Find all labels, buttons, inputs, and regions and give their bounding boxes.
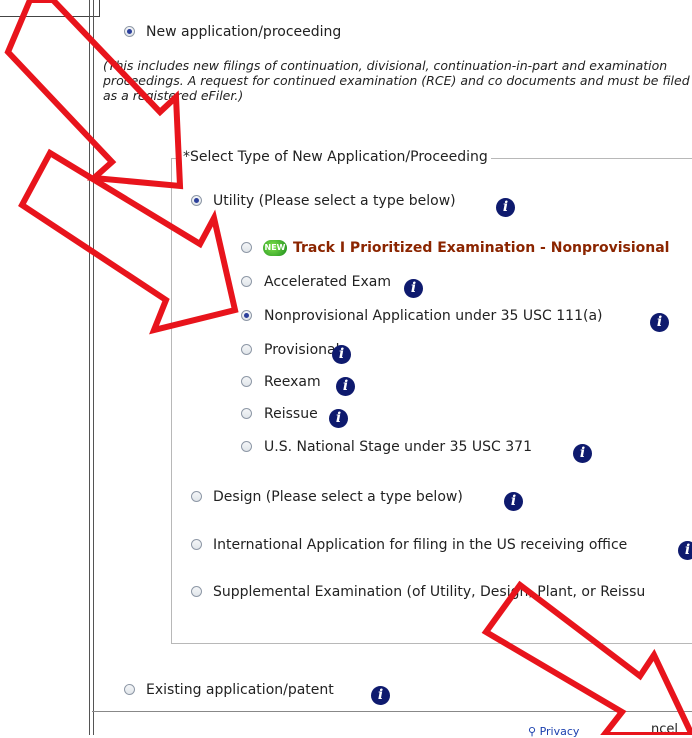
- red-arrow-annotation-bottom: [481, 580, 692, 735]
- red-arrow-annotation: [4, 0, 692, 735]
- red-arrow-annotation-top: [4, 0, 184, 190]
